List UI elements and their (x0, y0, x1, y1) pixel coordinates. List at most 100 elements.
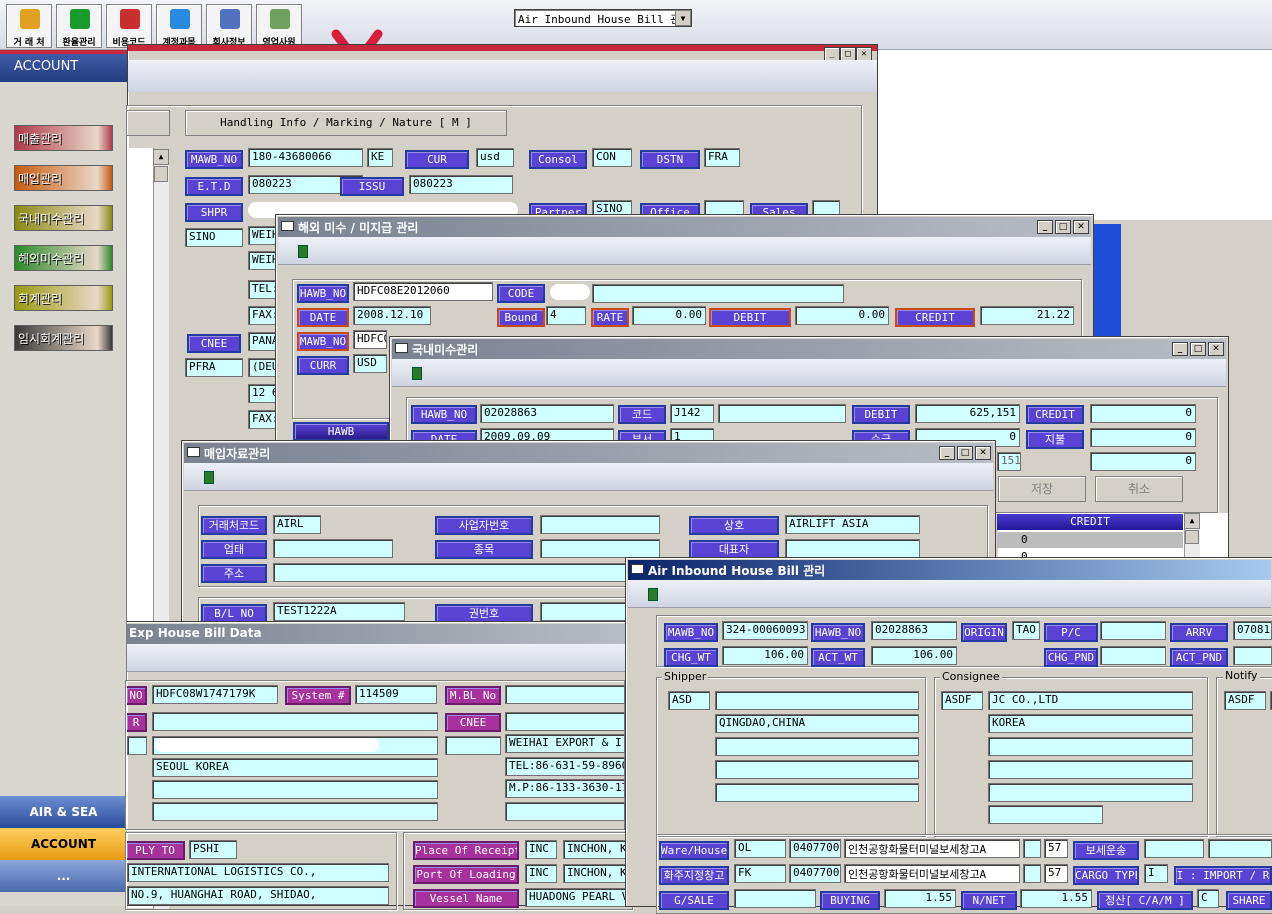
nnet-button[interactable]: N/NET (961, 891, 1017, 910)
hawb-tab[interactable]: HAWB (293, 422, 389, 441)
act-wt-field[interactable]: 106.00 (871, 646, 957, 665)
bound-button[interactable]: Bound (497, 308, 545, 327)
shpr-line-3[interactable]: TEL: (248, 280, 278, 299)
shipper-line-4[interactable] (715, 760, 919, 779)
sidebar-item-2[interactable]: 국내미수관리 (14, 205, 113, 231)
settle-field[interactable]: C (1197, 889, 1219, 908)
shipper-code-field[interactable] (127, 736, 147, 755)
close-button[interactable]: ✕ (856, 47, 872, 61)
shpr-button[interactable]: SHPR (185, 203, 243, 222)
pc-field[interactable] (1100, 621, 1166, 640)
minimize-button[interactable]: _ (939, 446, 955, 460)
scroll-up-icon[interactable]: ▲ (153, 149, 169, 165)
loading-code-field[interactable]: INC (525, 864, 557, 883)
cnee-code-field[interactable]: PFRA (185, 358, 243, 377)
shipper-line-3[interactable]: SEOUL KOREA (152, 758, 438, 777)
reply-to-button[interactable]: PLY TO (127, 841, 185, 860)
cnee-line-4[interactable]: FAX: (248, 410, 278, 429)
notify-code-field[interactable]: ASDF (1224, 691, 1266, 710)
no-field[interactable]: HDFC08W1747179K (152, 685, 278, 704)
exit-door-icon[interactable] (648, 588, 658, 601)
item-field[interactable] (540, 539, 660, 558)
chg-pnd-field[interactable] (1100, 646, 1166, 665)
agent-line-2[interactable]: NO.9, HUANGHAI ROAD, SHIDAO, (127, 886, 389, 905)
maximize-button[interactable]: □ (1190, 342, 1206, 356)
system-no-field[interactable]: 114509 (355, 685, 437, 704)
toolbar-button-5[interactable]: 영업사원 (256, 4, 302, 48)
cnee-button[interactable]: CNEE (187, 334, 241, 353)
close-button[interactable]: ✕ (1208, 342, 1224, 356)
dest-warehouse-button[interactable]: 화주지정창고 (659, 866, 729, 885)
vessel-name-field[interactable]: HUADONG PEARL VI (525, 888, 627, 907)
toolbar-button-3[interactable]: 계정과목 (156, 4, 202, 48)
exit-door-icon[interactable] (412, 367, 422, 380)
rate-button[interactable]: RATE (591, 308, 629, 327)
biz-type-field[interactable] (273, 539, 393, 558)
arrv-field[interactable]: 070813 (1233, 621, 1272, 640)
act-pnd-field[interactable] (1233, 646, 1272, 665)
cur-button[interactable]: CUR (405, 150, 469, 169)
shipper-line-2[interactable]: QINGDAO,CHINA (715, 714, 919, 733)
mawb-no-field[interactable]: 180-43680066 (248, 148, 363, 167)
shpr-line-2[interactable]: WEIH (248, 251, 278, 270)
hawb-no-field[interactable]: HDFC08E2012060 (353, 282, 493, 301)
shpr-code-field[interactable]: SINO (185, 228, 243, 247)
buying-button[interactable]: BUYING (820, 891, 880, 910)
mawb-no-field[interactable]: 324-00060093 (722, 621, 808, 640)
issu-field[interactable]: 080223 (409, 175, 513, 194)
address-button[interactable]: 주소 (201, 564, 267, 583)
consignee-line-4[interactable] (988, 760, 1193, 779)
gsale-field[interactable] (734, 889, 816, 908)
place-of-receipt-button[interactable]: Place Of Receipt (413, 841, 519, 860)
toolbar-button-0[interactable]: 거 래 처 (6, 4, 52, 48)
row3b-field[interactable]: 0 (1090, 452, 1196, 471)
biz-no-button[interactable]: 사업자번호 (435, 516, 533, 535)
credit-button[interactable]: CREDIT (895, 308, 975, 327)
cnee-line-2[interactable]: TEL:86-631-59-8960 F (505, 757, 625, 776)
consignee-line-2[interactable]: KOREA (988, 714, 1193, 733)
exit-door-icon[interactable] (298, 245, 308, 258)
dstn-button[interactable]: DSTN (640, 150, 700, 169)
consignee-line-6[interactable] (988, 805, 1103, 824)
address-field[interactable] (273, 563, 663, 582)
agent-line-1[interactable]: INTERNATIONAL LOGISTICS CO., (127, 863, 389, 882)
bonded-transport-field-2[interactable] (1208, 839, 1272, 858)
handling-info-tab[interactable]: Handling Info / Marking / Nature [ M ] (185, 110, 507, 136)
toolbar-button-4[interactable]: 회사정보 (206, 4, 252, 48)
sidebar-item-0[interactable]: 매출관리 (14, 125, 113, 151)
minimize-button[interactable]: _ (824, 47, 840, 61)
cnee-code-field[interactable] (445, 736, 501, 755)
maximize-button[interactable]: □ (840, 47, 856, 61)
cnee-line-4[interactable] (505, 802, 625, 821)
rate-field[interactable]: 0.00 (632, 306, 706, 325)
cnee-line-3[interactable]: 12 6 (248, 384, 278, 403)
code-name-field[interactable] (592, 284, 844, 303)
shipper-code-field[interactable]: ASD (668, 691, 710, 710)
tab-left[interactable] (126, 110, 170, 136)
cnee-button[interactable]: CNEE (445, 713, 501, 732)
date-field[interactable]: 2008.12.10 (353, 306, 431, 325)
dest-no-field[interactable]: 57 (1044, 864, 1068, 883)
pc-button[interactable]: P/C (1044, 623, 1098, 642)
cnee-line-1[interactable]: PANA (248, 332, 278, 351)
buying-field[interactable]: 1.55 (884, 889, 956, 908)
dest-name-field[interactable]: 인천공항화물터미널보세창고A (844, 864, 1020, 883)
ceo-field[interactable] (785, 539, 920, 558)
receipt-name-field[interactable]: INCHON, KO (563, 840, 627, 859)
share-button[interactable]: SHARE (1226, 891, 1272, 910)
cur-field[interactable]: usd (476, 148, 514, 167)
cargo-type-field[interactable]: I (1144, 864, 1168, 883)
cnee-line-1[interactable]: WEIHAI EXPORT & I (505, 734, 625, 753)
credit-button[interactable]: CREDIT (1026, 405, 1084, 424)
window-select[interactable]: Air Inbound House Bill 관리 ▼ (514, 9, 692, 27)
consignee-line-1[interactable]: JC CO.,LTD (988, 691, 1193, 710)
warehouse-field[interactable]: OL (734, 839, 786, 858)
cargo-type-button[interactable]: CARGO TYPE (1073, 866, 1139, 885)
sidebar-module-2[interactable]: ... (0, 860, 127, 892)
chevron-down-icon[interactable]: ▼ (675, 10, 691, 26)
code-name-field[interactable] (718, 404, 846, 423)
shipper-line-1[interactable] (152, 712, 438, 731)
debit-field[interactable]: 0.00 (795, 306, 889, 325)
bonded-transport-field[interactable] (1144, 839, 1204, 858)
settle-button[interactable]: 정산[ C/A/M ] (1097, 891, 1193, 910)
